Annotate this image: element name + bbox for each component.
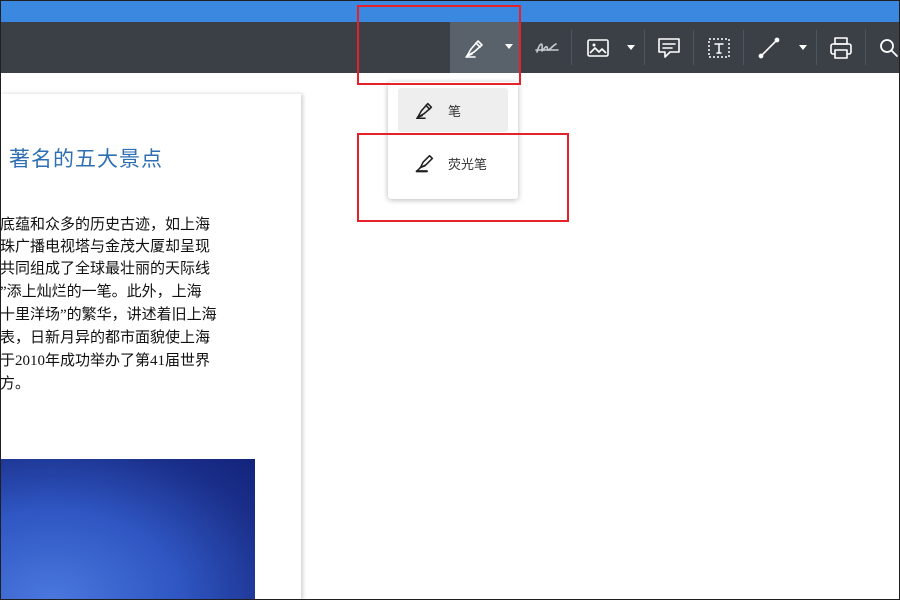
signature-icon [533, 36, 561, 60]
title-bar [0, 0, 900, 22]
highlighter-icon [414, 152, 436, 174]
toolbar-separator [571, 30, 572, 65]
paragraph-line: 底蕴和众多的历史古迹，如上海 [0, 217, 211, 233]
print-button[interactable] [824, 22, 858, 73]
document-image [0, 459, 255, 600]
toolbar-separator [644, 30, 645, 65]
signature-tool-button[interactable] [527, 22, 567, 73]
menu-item-label: 笔 [448, 104, 462, 120]
image-tool-button[interactable] [580, 22, 616, 73]
page-title: 著名的五大景点 [9, 147, 163, 171]
paragraph-line: 方。 [0, 376, 31, 392]
pen-icon [463, 36, 487, 60]
toolbar-separator [865, 30, 866, 65]
paragraph-line: 表，日新月异的都市面貌使上海 [0, 330, 211, 346]
paragraph-line: ”添上灿烂的一笔。此外，上海 [0, 284, 202, 300]
toolbar-separator [743, 30, 744, 65]
menu-item-pen[interactable]: 笔 [398, 88, 508, 132]
document-page: 著名的五大景点 底蕴和众多的历史古迹，如上海 珠广播电视塔与金茂大厦却呈现 共同… [0, 94, 301, 600]
search-icon [878, 37, 900, 59]
image-dropdown-caret[interactable] [624, 22, 638, 73]
toolbar-separator [816, 30, 817, 65]
comment-tool-button[interactable] [652, 22, 686, 73]
annotation-toolbar [0, 22, 900, 73]
line-icon [756, 35, 782, 61]
menu-item-label: 荧光笔 [448, 157, 488, 173]
paragraph-line: 十里洋场”的繁华，讲述着旧上海 [0, 307, 217, 323]
text-box-tool-button[interactable] [702, 22, 736, 73]
pen-icon [414, 99, 436, 121]
paragraph-line: 于2010年成功举办了第41届世界 [0, 353, 211, 369]
menu-item-highlighter[interactable]: 荧光笔 [398, 141, 508, 185]
pen-tool-button[interactable] [450, 22, 521, 73]
print-icon [828, 35, 854, 61]
line-tool-button[interactable] [752, 22, 786, 73]
toolbar-separator [693, 30, 694, 65]
line-dropdown-caret[interactable] [796, 22, 810, 73]
search-button[interactable] [872, 22, 900, 73]
paragraph-line: 共同组成了全球最壮丽的天际线 [0, 261, 211, 277]
pen-type-menu: 笔 荧光笔 [388, 82, 518, 199]
text-box-icon [706, 36, 732, 60]
image-icon [586, 37, 610, 59]
pen-dropdown-caret[interactable] [505, 44, 513, 49]
paragraph-line: 珠广播电视塔与金茂大厦却呈现 [0, 239, 211, 255]
comment-icon [656, 36, 682, 60]
